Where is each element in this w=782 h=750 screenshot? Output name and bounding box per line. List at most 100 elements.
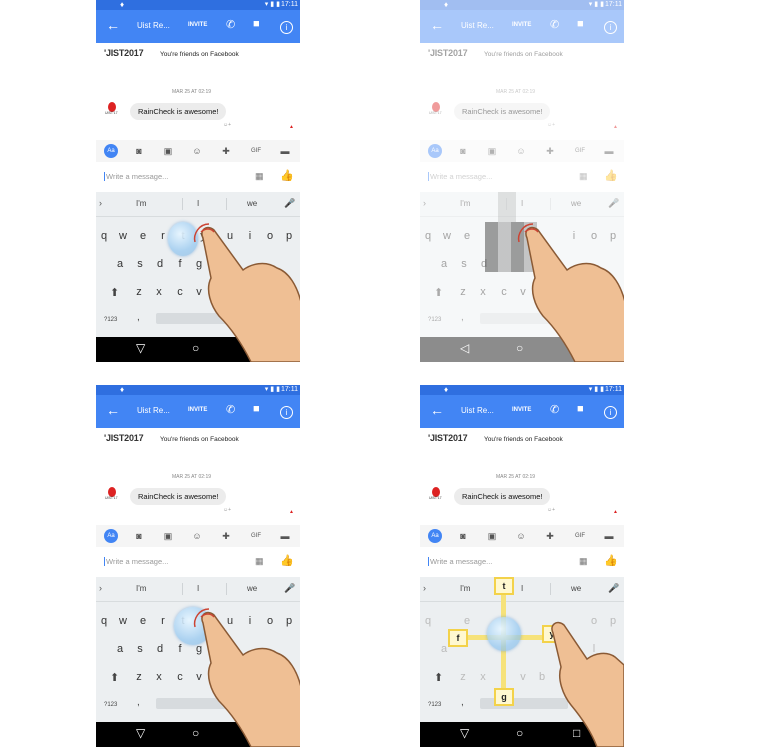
gallery-icon[interactable]: ▣ <box>162 145 174 157</box>
sticker-grid-icon[interactable]: ▦ <box>579 556 588 567</box>
sticker-grid-icon[interactable]: ▦ <box>255 171 264 182</box>
numbers-key[interactable]: ?123 <box>428 702 441 708</box>
message-input[interactable]: Write a message... <box>104 172 168 181</box>
suggestion-3[interactable]: we <box>571 584 581 593</box>
gif-button[interactable]: GIF <box>250 145 262 157</box>
key-a[interactable]: a <box>113 258 127 270</box>
key-d[interactable]: d <box>153 643 167 655</box>
key-z[interactable]: z <box>132 286 146 298</box>
suggestion-1[interactable]: I'm <box>136 199 146 208</box>
message-bubble[interactable]: RainCheck is awesome! <box>130 103 227 120</box>
key-e[interactable]: e <box>136 230 150 242</box>
shift-icon[interactable]: ⬆ <box>434 671 443 684</box>
key-comma[interactable]: , <box>137 312 140 323</box>
key-z[interactable]: z <box>456 671 470 683</box>
camera-icon[interactable]: ◙ <box>133 145 145 157</box>
suggestion-2[interactable]: I <box>197 199 199 208</box>
text-style-button[interactable]: Aa <box>428 529 442 543</box>
conversation-title[interactable]: Uist Re... <box>137 406 170 415</box>
info-icon[interactable]: i <box>280 406 293 419</box>
key-q[interactable]: q <box>97 230 111 242</box>
chevron-right-icon[interactable]: › <box>99 198 102 208</box>
gallery-icon[interactable]: ▣ <box>486 530 498 542</box>
thumbs-up-icon[interactable]: 👍 <box>604 554 618 567</box>
nav-back-icon[interactable]: ▽ <box>460 726 469 740</box>
chevron-right-icon[interactable]: › <box>423 583 426 593</box>
reaction-icon[interactable]: ☺+ <box>223 122 231 128</box>
game-icon[interactable]: ✚ <box>220 530 232 542</box>
invite-button[interactable]: INVITE <box>188 22 207 28</box>
suggestion-2[interactable]: I <box>197 584 199 593</box>
more-icon[interactable]: ▬ <box>279 530 291 542</box>
back-arrow-icon[interactable]: ← <box>430 402 444 418</box>
thumbs-up-icon[interactable]: 👍 <box>280 554 294 567</box>
info-icon[interactable]: i <box>604 406 617 419</box>
reaction-icon[interactable]: ☺+ <box>547 507 555 513</box>
key-s[interactable]: s <box>133 258 147 270</box>
conversation-title[interactable]: Uist Re... <box>137 21 170 30</box>
key-e[interactable]: e <box>460 615 474 627</box>
suggestion-3[interactable]: we <box>247 584 257 593</box>
key-s[interactable]: s <box>133 643 147 655</box>
emoji-icon[interactable]: ☺ <box>515 530 527 542</box>
avatar[interactable]: UIST'17 <box>429 487 443 501</box>
message-input[interactable]: Write a message... <box>428 557 492 566</box>
info-icon[interactable]: i <box>280 21 293 34</box>
gallery-icon[interactable]: ▣ <box>162 530 174 542</box>
key-w[interactable]: w <box>116 615 130 627</box>
more-icon[interactable]: ▬ <box>603 530 615 542</box>
avatar[interactable]: UIST'17 <box>105 102 119 116</box>
microphone-icon[interactable]: 🎤 <box>284 198 295 209</box>
key-q[interactable]: q <box>421 615 435 627</box>
camera-icon[interactable]: ◙ <box>133 530 145 542</box>
suggestion-2[interactable]: I <box>521 584 523 593</box>
back-arrow-icon[interactable]: ← <box>106 402 120 418</box>
suggestion-1[interactable]: I'm <box>136 584 146 593</box>
key-comma[interactable]: , <box>137 697 140 708</box>
conversation-title[interactable]: Uist Re... <box>461 406 494 415</box>
sticker-grid-icon[interactable]: ▦ <box>255 556 264 567</box>
key-e[interactable]: e <box>136 615 150 627</box>
emoji-icon[interactable]: ☺ <box>191 530 203 542</box>
camera-icon[interactable]: ◙ <box>457 530 469 542</box>
nav-home-icon[interactable]: ○ <box>516 726 523 740</box>
key-a[interactable]: a <box>113 643 127 655</box>
shift-icon[interactable]: ⬆ <box>110 286 119 299</box>
phone-call-icon[interactable]: ✆ <box>550 403 559 416</box>
video-call-icon[interactable]: ■ <box>577 403 584 415</box>
message-bubble[interactable]: RainCheck is awesome! <box>454 488 551 505</box>
suggestion-3[interactable]: we <box>247 199 257 208</box>
key-z[interactable]: z <box>132 671 146 683</box>
video-call-icon[interactable]: ■ <box>253 18 260 30</box>
gif-button[interactable]: GIF <box>574 530 586 542</box>
text-style-button[interactable]: Aa <box>104 529 118 543</box>
reaction-icon[interactable]: ☺+ <box>223 507 231 513</box>
key-d[interactable]: d <box>153 258 167 270</box>
shift-icon[interactable]: ⬆ <box>110 671 119 684</box>
key-x[interactable]: x <box>476 671 490 683</box>
back-arrow-icon[interactable]: ← <box>106 17 120 33</box>
key-comma[interactable]: , <box>461 697 464 708</box>
message-input[interactable]: Write a message... <box>104 557 168 566</box>
key-v[interactable]: v <box>516 671 530 683</box>
nav-back-icon[interactable]: ▽ <box>136 341 145 355</box>
microphone-icon[interactable]: 🎤 <box>608 583 619 594</box>
numbers-key[interactable]: ?123 <box>104 702 117 708</box>
nav-back-icon[interactable]: ▽ <box>136 726 145 740</box>
phone-call-icon[interactable]: ✆ <box>226 18 235 31</box>
key-w[interactable]: w <box>116 230 130 242</box>
gif-button[interactable]: GIF <box>250 530 262 542</box>
game-icon[interactable]: ✚ <box>220 145 232 157</box>
key-r[interactable]: r <box>156 615 170 627</box>
suggestion-1[interactable]: I'm <box>460 584 470 593</box>
video-call-icon[interactable]: ■ <box>253 403 260 415</box>
numbers-key[interactable]: ?123 <box>104 317 117 323</box>
microphone-icon[interactable]: 🎤 <box>284 583 295 594</box>
more-icon[interactable]: ▬ <box>279 145 291 157</box>
game-icon[interactable]: ✚ <box>544 530 556 542</box>
key-x[interactable]: x <box>152 671 166 683</box>
message-bubble[interactable]: RainCheck is awesome! <box>130 488 227 505</box>
key-q[interactable]: q <box>97 615 111 627</box>
thumbs-up-icon[interactable]: 👍 <box>280 169 294 182</box>
chevron-right-icon[interactable]: › <box>99 583 102 593</box>
